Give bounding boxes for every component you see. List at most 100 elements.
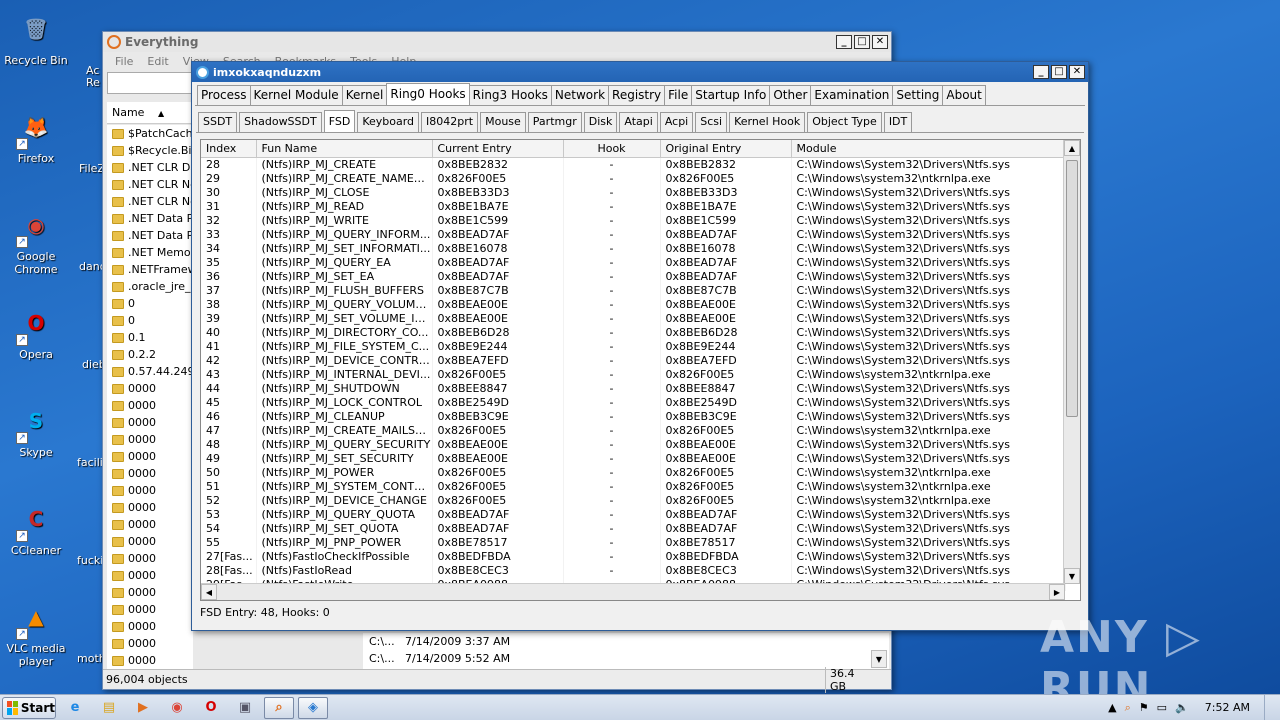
list-item[interactable]: .NET Memory [107, 244, 193, 261]
list-item[interactable]: .NET Data Pr [107, 210, 193, 227]
table-row[interactable]: 28 (Ntfs)IRP_MJ_CREATE 0x8BEB2832-0x8BEB28… [201, 157, 1066, 171]
list-item[interactable]: 0000 [107, 601, 193, 618]
list-item[interactable]: .NETFramew [107, 261, 193, 278]
show-desktop-button[interactable] [1264, 694, 1274, 720]
table-row[interactable]: 43 (Ntfs)IRP_MJ_INTERNAL_DEVI... 0x826F00E… [201, 367, 1066, 381]
subtab-acpi[interactable]: Acpi [659, 112, 694, 132]
everything-file-list[interactable]: $PatchCache$ $Recycle.Bin .NET CLR Data .NE… [107, 125, 193, 671]
list-item[interactable]: C:\... 7/14/2009 3:37 AM [363, 633, 889, 650]
subtab-ssdt[interactable]: SSDT [198, 112, 238, 132]
desktop-icon-skype[interactable]: S Skype ↗ [0, 400, 72, 459]
table-row[interactable]: 46 (Ntfs)IRP_MJ_CLEANUP 0x8BEB3C9E -0x8BEB3… [201, 409, 1066, 423]
maximize-button[interactable]: □ [854, 35, 870, 49]
media-player-icon[interactable]: ▶ [128, 697, 158, 719]
tab-about[interactable]: About [942, 85, 986, 106]
list-item[interactable]: 0000 [107, 635, 193, 652]
subtab-disk[interactable]: Disk [583, 112, 618, 132]
list-item[interactable]: 0000 [107, 397, 193, 414]
column-original-entry[interactable]: Original Entry [660, 140, 792, 158]
table-row[interactable]: 49 (Ntfs)IRP_MJ_SET_SECURITY 0x8BEAE00E -0x… [201, 451, 1066, 465]
table-row[interactable]: 31 (Ntfs)IRP_MJ_READ 0x8BE1BA7E -0x8BE1BA7E… [201, 199, 1066, 213]
list-item[interactable]: .oracle_jre_u [107, 278, 193, 295]
table-row[interactable]: 27[Fas... (Ntfs)FastIoCheckIfPossible 0x8B… [201, 549, 1066, 563]
list-item[interactable]: $Recycle.Bin [107, 142, 193, 159]
table-row[interactable]: 30 (Ntfs)IRP_MJ_CLOSE 0x8BEB33D3-0x8BEB33D… [201, 185, 1066, 199]
list-item[interactable]: 0 [107, 295, 193, 312]
table-row[interactable]: 48 (Ntfs)IRP_MJ_QUERY_SECURITY 0x8BEAE00E -… [201, 437, 1066, 451]
list-item[interactable]: 0000 [107, 414, 193, 431]
table-row[interactable]: 37 (Ntfs)IRP_MJ_FLUSH_BUFFERS 0x8BE87C7B -0… [201, 283, 1066, 297]
list-item[interactable]: 0000 [107, 584, 193, 601]
table-row[interactable]: 42 (Ntfs)IRP_MJ_DEVICE_CONTROL 0x8BEA7EFD -… [201, 353, 1066, 367]
subtab-shadowssdt[interactable]: ShadowSSDT [239, 112, 322, 132]
pchunter-icon[interactable]: ◈ [298, 696, 328, 719]
scroll-thumb[interactable] [1066, 160, 1078, 417]
list-item[interactable]: .NET CLR Netw [107, 176, 193, 193]
desktop-icon-vlc-media-player[interactable]: ▲ VLC media player ↗ [0, 596, 72, 669]
scroll-down-arrow[interactable]: ▼ [1064, 568, 1080, 584]
everything-icon[interactable]: ⌕ [264, 696, 294, 719]
desktop-icon-label-partial[interactable]: facili [77, 456, 103, 469]
table-row[interactable]: 52 (Ntfs)IRP_MJ_DEVICE_CHANGE 0x826F00E5-0… [201, 493, 1066, 507]
table-row[interactable]: 33 (Ntfs)IRP_MJ_QUERY_INFORM... 0x8BEAD7AF… [201, 227, 1066, 241]
table-row[interactable]: 39 (Ntfs)IRP_MJ_SET_VOLUME_IN... 0x8BEAE00… [201, 311, 1066, 325]
close-button[interactable]: ✕ [872, 35, 888, 49]
subtab-partmgr[interactable]: Partmgr [527, 112, 582, 132]
subtab-mouse[interactable]: Mouse [480, 112, 526, 132]
app-icon[interactable]: ▣ [230, 697, 260, 719]
list-item[interactable]: .NET CLR Data [107, 159, 193, 176]
table-row[interactable]: 54 (Ntfs)IRP_MJ_SET_QUOTA 0x8BEAD7AF -0x8BE… [201, 521, 1066, 535]
tab-other[interactable]: Other [769, 85, 812, 106]
tab-ring0-hooks[interactable]: Ring0 Hooks [386, 83, 470, 106]
tab-process[interactable]: Process [197, 85, 251, 106]
subtab-idt[interactable]: IDT [883, 112, 913, 132]
list-item[interactable]: C:\... 7/14/2009 5:52 AM [363, 650, 889, 667]
subtab-keyboard[interactable]: Keyboard [357, 112, 420, 132]
scroll-up-arrow[interactable]: ▲ [1064, 140, 1080, 156]
subtab-kernel-hook[interactable]: Kernel Hook [729, 112, 806, 132]
tab-registry[interactable]: Registry [608, 85, 666, 106]
horizontal-scrollbar[interactable]: ◀ ▶ [201, 583, 1065, 600]
start-button[interactable]: Start [2, 696, 56, 719]
table-row[interactable]: 36 (Ntfs)IRP_MJ_SET_EA 0x8BEAD7AF -0x8BEAD7… [201, 269, 1066, 283]
desktop-icon-recycle-bin[interactable]: 🗑 Recycle Bin [0, 8, 72, 68]
column-hook[interactable]: Hook [563, 140, 661, 158]
table-row[interactable]: 40 (Ntfs)IRP_MJ_DIRECTORY_CO... 0x8BEB6D28… [201, 325, 1066, 339]
list-item[interactable]: 0.57.44.2492 [107, 363, 193, 380]
menu-edit[interactable]: Edit [147, 55, 168, 68]
minimize-button[interactable]: _ [836, 35, 852, 49]
subtab-atapi[interactable]: Atapi [619, 112, 658, 132]
desktop-icon-label-partial[interactable]: Re [86, 76, 100, 89]
main-titlebar[interactable]: imxokxaqnduzxm _ □ ✕ [192, 62, 1088, 82]
scroll-right-arrow[interactable]: ▶ [1049, 584, 1065, 600]
table-row[interactable]: 55 (Ntfs)IRP_MJ_PNP_POWER 0x8BE78517-0x8BE… [201, 535, 1066, 549]
desktop-icon-firefox[interactable]: 🦊 Firefox ↗ [0, 106, 72, 165]
table-row[interactable]: 29 (Ntfs)IRP_MJ_CREATE_NAMED... 0x826F00E5… [201, 171, 1066, 185]
column-module[interactable]: Module [791, 140, 1066, 158]
list-item[interactable]: 0000 [107, 448, 193, 465]
list-item[interactable]: 0.2.2 [107, 346, 193, 363]
tab-file[interactable]: File [664, 85, 693, 106]
list-item[interactable]: 0 [107, 312, 193, 329]
list-item[interactable]: 0000 [107, 618, 193, 635]
column-index[interactable]: Index [201, 140, 257, 158]
tab-kernel-module[interactable]: Kernel Module [249, 85, 343, 106]
vertical-scrollbar[interactable]: ▲ ▼ [1063, 140, 1080, 584]
subtab-object-type[interactable]: Object Type [807, 112, 882, 132]
table-row[interactable]: 35 (Ntfs)IRP_MJ_QUERY_EA 0x8BEAD7AF -0x8BEA… [201, 255, 1066, 269]
table-row[interactable]: 51 (Ntfs)IRP_MJ_SYSTEM_CONTROL 0x826F00E5-… [201, 479, 1066, 493]
tab-kernel[interactable]: Kernel [341, 85, 388, 106]
list-item[interactable]: 0000 [107, 567, 193, 584]
table-row[interactable]: 28[Fas... (Ntfs)FastIoRead 0x8BE8CEC3-0x8B… [201, 563, 1066, 577]
list-item[interactable]: 0000 [107, 652, 193, 669]
table-row[interactable]: 41 (Ntfs)IRP_MJ_FILE_SYSTEM_C... 0x8BE9E24… [201, 339, 1066, 353]
list-item[interactable]: 0000 [107, 550, 193, 567]
list-item[interactable]: .NET CLR Netw [107, 193, 193, 210]
close-button[interactable]: ✕ [1069, 65, 1085, 79]
everything-column-name[interactable]: Name ▲ [107, 102, 193, 124]
scroll-left-arrow[interactable]: ◀ [201, 584, 217, 600]
tab-startup-info[interactable]: Startup Info [691, 85, 771, 106]
explorer-icon[interactable]: ▤ [94, 697, 124, 719]
subtab-fsd[interactable]: FSD [323, 110, 356, 132]
desktop-icon-ccleaner[interactable]: C CCleaner ↗ [0, 498, 72, 558]
